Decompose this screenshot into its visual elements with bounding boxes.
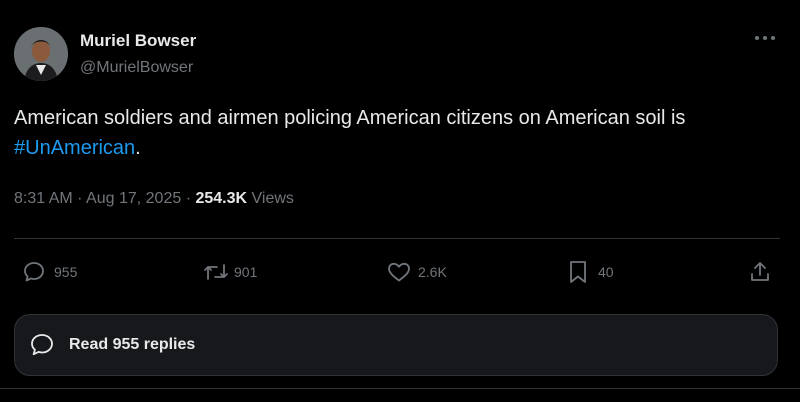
repost-count: 901	[234, 264, 258, 280]
divider	[14, 238, 780, 239]
share-icon	[751, 262, 769, 281]
read-replies-button[interactable]: Read 955 replies	[14, 314, 778, 376]
bookmark-count: 40	[598, 264, 614, 280]
repost-icon	[204, 264, 228, 280]
repost-button[interactable]: 901	[202, 258, 257, 286]
tweet-body: American soldiers and airmen policing Am…	[14, 107, 686, 129]
views-count: 254.3K	[195, 190, 248, 207]
tweet-card: Muriel Bowser @MurielBowser American sol…	[0, 0, 800, 402]
avatar-image	[14, 27, 68, 81]
reply-bubble-icon	[24, 262, 44, 282]
reply-bubble-icon	[31, 334, 53, 356]
more-horizontal-icon[interactable]	[752, 30, 778, 46]
author-name[interactable]: Muriel Bowser	[80, 31, 196, 51]
share-button[interactable]	[748, 258, 772, 286]
heart-icon	[388, 262, 410, 282]
hashtag-link[interactable]: #UnAmerican	[14, 137, 135, 159]
views-label: Views	[247, 190, 294, 207]
tweet-meta: 8:31 AM · Aug 17, 2025 · 254.3K Views	[14, 190, 294, 208]
tweet-date[interactable]: Aug 17, 2025	[86, 190, 181, 207]
reply-button[interactable]: 955	[22, 258, 77, 286]
author-handle[interactable]: @MurielBowser	[80, 59, 193, 77]
bookmark-icon	[570, 261, 586, 283]
read-replies-label: Read 955 replies	[69, 336, 196, 353]
tweet-end-punctuation: .	[135, 137, 141, 159]
bookmark-button[interactable]: 40	[566, 258, 614, 286]
like-button[interactable]: 2.6K	[386, 258, 447, 286]
divider	[0, 388, 800, 389]
avatar[interactable]	[14, 27, 68, 81]
meta-separator: ·	[181, 190, 196, 207]
like-count: 2.6K	[418, 264, 447, 280]
reply-count: 955	[54, 264, 78, 280]
tweet-text: American soldiers and airmen policing Am…	[14, 103, 784, 163]
meta-separator: ·	[72, 190, 87, 207]
tweet-time[interactable]: 8:31 AM	[14, 190, 73, 207]
